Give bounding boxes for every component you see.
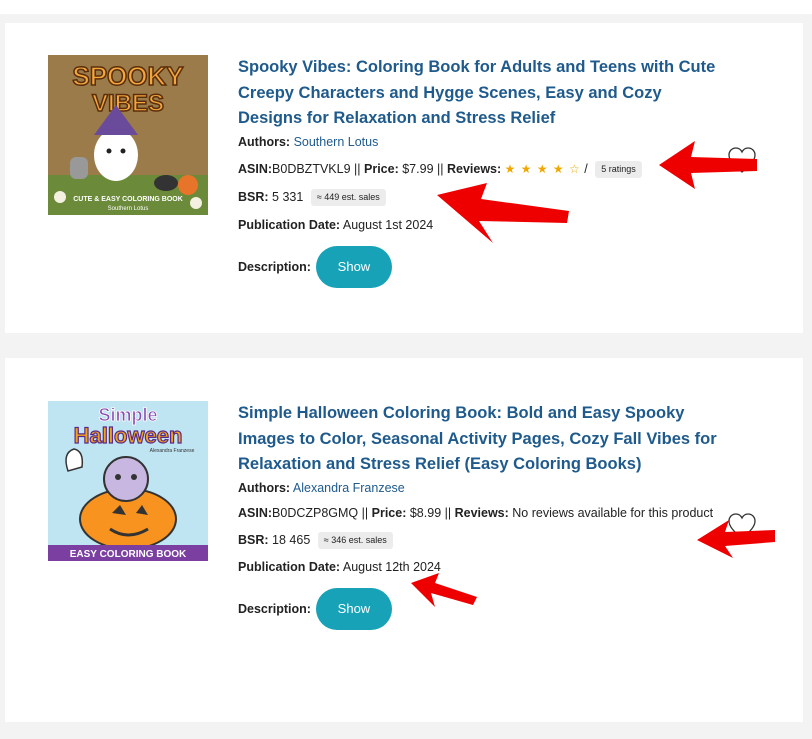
- est-sales-badge: ≈ 449 est. sales: [310, 188, 386, 206]
- publication-date-label: Publication Date:: [238, 217, 341, 232]
- separator: ||: [441, 505, 455, 520]
- price-value: $8.99: [409, 505, 442, 520]
- est-sales-badge: ≈ 346 est. sales: [317, 531, 393, 549]
- cover-author: Southern Lotus: [108, 206, 149, 212]
- cover-subtitle: CUTE & EASY COLORING BOOK: [73, 196, 183, 203]
- publication-date-value: August 1st 2024: [342, 217, 434, 232]
- reviews-label: Reviews:: [454, 505, 509, 520]
- description-label: Description:: [238, 601, 311, 616]
- book-cover-image[interactable]: Simple Halloween Alexandra Franzese EASY…: [48, 401, 208, 561]
- show-description-button[interactable]: Show: [315, 587, 392, 630]
- cover-title-2: Halloween: [74, 423, 183, 448]
- annotation-arrow: [437, 183, 569, 243]
- book-card: Simple Halloween Alexandra Franzese EASY…: [5, 358, 803, 722]
- book-card: SPOOKY VIBES CUTE & EASY COLORING BOOK S…: [5, 23, 803, 333]
- separator: ||: [358, 505, 372, 520]
- price-value: $7.99: [402, 161, 434, 176]
- reviews-label: Reviews:: [446, 161, 502, 176]
- publication-date-label: Publication Date:: [238, 559, 341, 574]
- cover-title-2: VIBES: [92, 90, 164, 117]
- previous-card-bottom: [0, 0, 812, 14]
- authors-label: Authors:: [238, 480, 291, 495]
- separator: /: [580, 161, 592, 176]
- cover-subtitle: EASY COLORING BOOK: [70, 549, 187, 560]
- book-cover-image[interactable]: SPOOKY VIBES CUTE & EASY COLORING BOOK S…: [48, 55, 208, 215]
- ratings-count-badge: 5 ratings: [595, 160, 642, 178]
- authors-label: Authors:: [238, 134, 291, 149]
- annotation-arrow: [659, 141, 757, 189]
- asin-value: B0DBZTVKL9: [272, 161, 351, 176]
- book-title-link[interactable]: Simple Halloween Coloring Book: Bold and…: [238, 401, 718, 478]
- author-link[interactable]: Southern Lotus: [294, 135, 379, 149]
- annotation-arrow: [697, 520, 775, 558]
- bsr-label: BSR:: [238, 189, 269, 204]
- book-title-link[interactable]: Spooky Vibes: Coloring Book for Adults a…: [238, 55, 718, 132]
- separator: ||: [350, 161, 364, 176]
- no-reviews-text: No reviews available for this product: [512, 505, 714, 520]
- cover-title-1: Simple: [98, 405, 157, 425]
- book-info: Spooky Vibes: Coloring Book for Adults a…: [238, 55, 718, 288]
- show-description-button[interactable]: Show: [315, 245, 392, 288]
- asin-label: ASIN:: [238, 505, 273, 520]
- asin-value: B0DCZP8GMQ: [272, 505, 359, 520]
- bsr-value: 5 331: [272, 189, 304, 204]
- cover-title-1: SPOOKY: [72, 61, 183, 91]
- price-label: Price:: [371, 505, 407, 520]
- author-link[interactable]: Alexandra Franzese: [293, 481, 405, 495]
- bsr-label: BSR:: [238, 532, 269, 547]
- description-label: Description:: [238, 259, 311, 274]
- annotation-arrow: [411, 573, 477, 607]
- price-label: Price:: [364, 161, 399, 176]
- bsr-value: 18 465: [272, 532, 311, 547]
- asin-label: ASIN:: [238, 161, 273, 176]
- separator: ||: [433, 161, 447, 176]
- star-rating: ★ ★ ★ ★ ☆: [504, 161, 581, 176]
- cover-author: Alexandra Franzese: [150, 448, 195, 454]
